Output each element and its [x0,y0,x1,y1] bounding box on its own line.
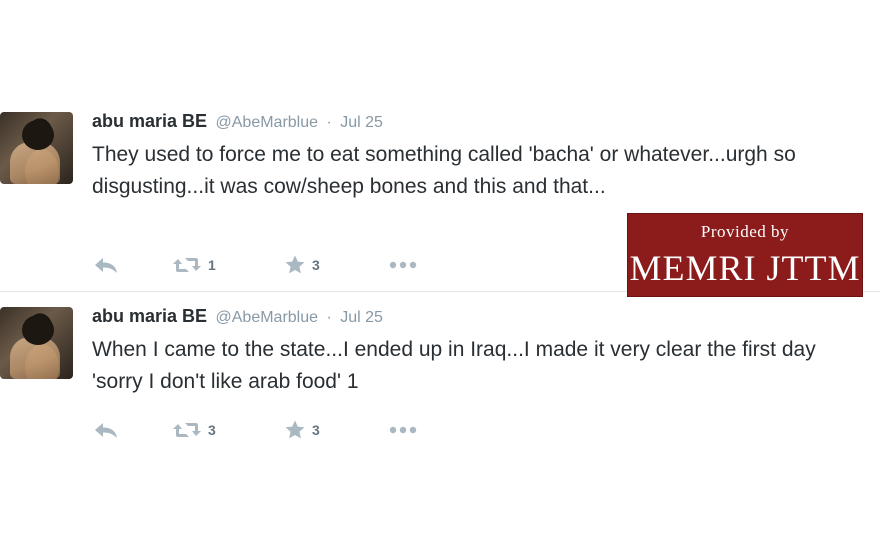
favorite-count: 3 [312,257,320,273]
avatar[interactable] [0,307,73,379]
user-name[interactable]: abu maria BE [92,306,207,326]
more-button[interactable] [388,417,418,443]
watermark-brand: MEMRI JTTM [629,248,861,288]
more-icon [388,425,418,435]
reply-icon [92,420,120,440]
star-icon [284,419,306,441]
more-icon [388,260,418,270]
favorite-button[interactable]: 3 [284,417,320,443]
tweet-text: They used to force me to eat something c… [92,143,796,198]
avatar[interactable] [0,112,73,184]
tweet-actions: 1 3 [92,252,432,278]
tweet-actions: 3 3 [92,417,432,443]
retweet-button[interactable]: 3 [172,417,216,443]
retweet-count: 3 [208,422,216,438]
avatar-shadow [22,315,54,345]
user-handle[interactable]: @AbeMarblue [216,309,319,326]
reply-button[interactable] [92,252,120,278]
user-handle[interactable]: @AbeMarblue [216,114,319,131]
tweet-date[interactable]: Jul 25 [340,309,383,326]
more-button[interactable] [388,252,418,278]
tweet-header: abu maria BE @AbeMarblue · Jul 25 [92,306,383,328]
retweet-count: 1 [208,257,216,273]
avatar-shadow [22,120,54,150]
retweet-icon [172,420,202,440]
timeline: abu maria BE @AbeMarblue · Jul 25 They u… [0,0,880,558]
separator: · [326,114,332,131]
memri-watermark: Provided by MEMRI JTTM [627,213,863,297]
separator: · [326,309,332,326]
retweet-button[interactable]: 1 [172,252,216,278]
retweet-icon [172,255,202,275]
tweet[interactable]: abu maria BE @AbeMarblue · Jul 25 When I… [0,300,880,470]
tweet-text: When I came to the state...I ended up in… [92,338,816,393]
star-icon [284,254,306,276]
tweet-header: abu maria BE @AbeMarblue · Jul 25 [92,111,383,133]
tweet-date[interactable]: Jul 25 [340,114,383,131]
user-name[interactable]: abu maria BE [92,111,207,131]
favorite-count: 3 [312,422,320,438]
reply-icon [92,255,120,275]
watermark-provided-by: Provided by [700,222,790,241]
reply-button[interactable] [92,417,120,443]
favorite-button[interactable]: 3 [284,252,320,278]
